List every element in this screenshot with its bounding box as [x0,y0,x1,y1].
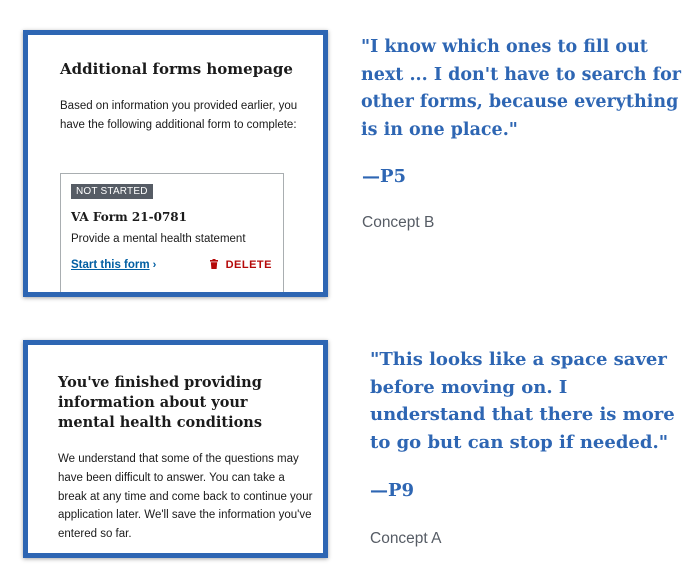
card-body-text: We understand that some of the questions… [58,453,313,541]
participant-id: —P9 [370,480,415,501]
chevron-right-icon: › [152,259,157,271]
start-form-label: Start this form [71,259,150,271]
delete-label: DELETE [225,259,272,271]
card-body-text: Based on information you provided earlie… [60,100,298,131]
participant-quote: "I know which ones to fill out next ... … [361,37,682,140]
concept-label: Concept B [362,214,435,231]
start-form-link[interactable]: Start this form › [71,259,156,271]
form-name: VA Form 21-0781 [71,210,188,224]
status-badge: NOT STARTED [71,184,153,199]
finished-section-card: You've finished providing information ab… [23,340,328,558]
participant-id: —P5 [362,166,407,187]
card-title: You've finished providing information ab… [58,374,262,431]
trash-icon [209,259,218,269]
card-title: Additional forms homepage [60,60,293,78]
form-card: NOT STARTED VA Form 21-0781 Provide a me… [60,173,284,292]
participant-quote: "This looks like a space saver before mo… [370,349,675,453]
delete-button[interactable]: DELETE [209,259,272,271]
concept-label: Concept A [370,530,442,547]
form-description: Provide a mental health statement [71,233,246,245]
additional-forms-card: Additional forms homepage Based on infor… [23,30,328,297]
